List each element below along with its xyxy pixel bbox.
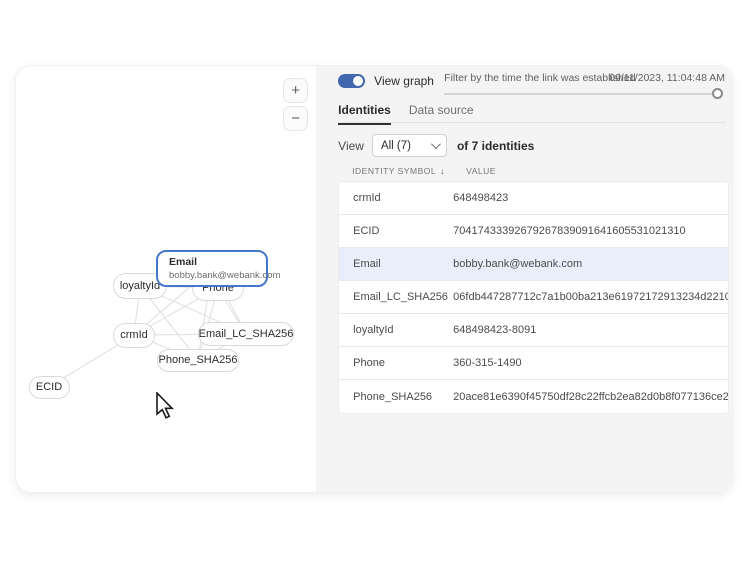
- node-label: crmId: [120, 329, 148, 341]
- view-graph-toggle-row: View graph: [338, 74, 434, 88]
- identities-side-panel: View graph Filter by the time the link w…: [316, 66, 732, 492]
- time-filter-slider-handle[interactable]: [712, 88, 723, 99]
- graph-panel: + − PhoneloyaltyIdcrmIdEmail_LC_SHA256Ph…: [16, 66, 316, 492]
- node-label: Email: [169, 256, 197, 268]
- identity-view-dropdown[interactable]: All (7): [372, 134, 447, 157]
- node-label: Phone_SHA256: [159, 354, 238, 366]
- identity-count-summary: of 7 identities: [457, 139, 534, 153]
- time-filter-label: Filter by the time the link was establis…: [444, 72, 635, 84]
- view-graph-label: View graph: [374, 74, 434, 88]
- cell-value: 360-315-1490: [453, 357, 728, 369]
- graph-node-Email_LC_SHA256[interactable]: Email_LC_SHA256: [198, 322, 294, 346]
- zoom-controls: + −: [283, 78, 308, 131]
- table-row[interactable]: Email_LC_SHA25606fdb447287712c7a1b00ba21…: [339, 281, 728, 314]
- toggle-knob: [353, 76, 363, 86]
- cell-value: 648498423-8091: [453, 324, 728, 336]
- table-row[interactable]: Emailbobby.bank@webank.com: [339, 248, 728, 281]
- table-row[interactable]: crmId648498423: [339, 182, 728, 215]
- cell-value: 20ace81e6390f45750df28c22ffcb2ea82d0b8f0…: [453, 391, 728, 403]
- cell-identity-symbol: Phone: [339, 357, 453, 369]
- dropdown-selected-value: All (7): [381, 140, 431, 152]
- cell-value: 70417433392679267839091641605531021310: [453, 225, 728, 237]
- table-row[interactable]: Phone360-315-1490: [339, 347, 728, 380]
- column-identity-symbol[interactable]: IDENTITY SYMBOL↓: [338, 166, 466, 176]
- graph-node-Email[interactable]: Emailbobby.bank@webank.com: [156, 250, 268, 287]
- table-row[interactable]: ECID704174333926792678390916416055310213…: [339, 215, 728, 248]
- table-row[interactable]: loyaltyId648498423-8091: [339, 314, 728, 347]
- cell-identity-symbol: Email: [339, 258, 453, 270]
- node-sub-label: bobby.bank@webank.com: [169, 270, 280, 281]
- time-filter-timestamp: 09/11/2023, 11:04:48 AM: [609, 72, 725, 84]
- mouse-cursor-icon: [156, 392, 178, 420]
- cell-identity-symbol: Email_LC_SHA256: [339, 291, 453, 303]
- tabs-divider: [338, 122, 726, 123]
- column-value: VALUE: [466, 166, 729, 176]
- cell-identity-symbol: loyaltyId: [339, 324, 453, 336]
- zoom-in-button[interactable]: +: [283, 78, 308, 103]
- view-label: View: [338, 139, 364, 153]
- view-filter-row: View All (7) of 7 identities: [338, 134, 534, 157]
- identities-table-body: crmId648498423ECID7041743339267926783909…: [338, 181, 729, 414]
- view-graph-toggle[interactable]: [338, 74, 365, 88]
- cell-identity-symbol: Phone_SHA256: [339, 391, 453, 403]
- graph-nodes: PhoneloyaltyIdcrmIdEmail_LC_SHA256Phone_…: [16, 66, 316, 492]
- time-filter-slider[interactable]: [444, 93, 712, 95]
- cell-identity-symbol: ECID: [339, 225, 453, 237]
- zoom-out-button[interactable]: −: [283, 106, 308, 131]
- cell-identity-symbol: crmId: [339, 192, 453, 204]
- node-label: loyaltyId: [120, 280, 160, 292]
- sort-descending-icon: ↓: [440, 166, 445, 176]
- table-row[interactable]: Phone_SHA25620ace81e6390f45750df28c22ffc…: [339, 380, 728, 413]
- identity-graph-card: + − Phone loyaltyId crmId Email_LC_SHA256 Ph…: [15, 65, 733, 493]
- cell-value: 648498423: [453, 192, 728, 204]
- chevron-down-icon: [431, 139, 441, 149]
- graph-node-ECID[interactable]: ECID: [29, 376, 70, 399]
- cell-value: bobby.bank@webank.com: [453, 258, 728, 270]
- node-label: Email_LC_SHA256: [199, 328, 294, 340]
- table-header: IDENTITY SYMBOL↓ VALUE: [338, 166, 729, 176]
- graph-node-Phone_SHA256[interactable]: Phone_SHA256: [157, 349, 239, 372]
- node-label: ECID: [36, 381, 62, 393]
- cell-value: 06fdb447287712c7a1b00ba213e6197217291323…: [453, 291, 728, 303]
- graph-node-crmId[interactable]: crmId: [113, 323, 155, 348]
